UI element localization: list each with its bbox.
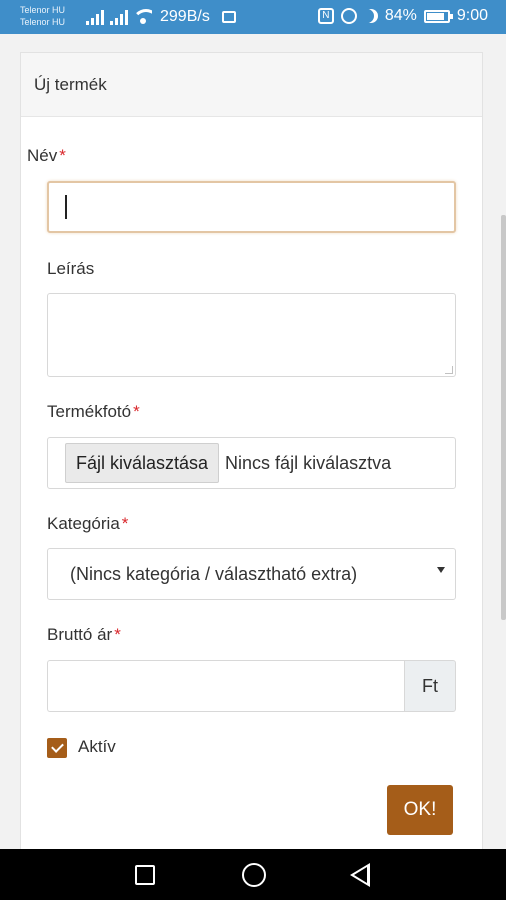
description-label: Leírás [47,259,95,278]
ok-button[interactable]: OK! [387,785,453,835]
required-mark: * [59,146,66,165]
android-nav-bar [0,849,506,900]
choose-file-button[interactable]: Fájl kiválasztása [65,443,220,483]
signal-icon [86,9,104,25]
required-mark: * [121,514,129,533]
signal-icon [110,9,128,25]
clock: 9:00 [456,7,488,24]
price-input[interactable] [47,660,404,712]
currency-addon: Ft [404,660,456,712]
photo-label: Termékfotó * [47,402,140,421]
status-bar: Telenor HU Telenor HU 299B/s N 84% 9:00 [0,0,506,34]
battery-percent: 84% [384,7,417,24]
nfc-icon: N [317,8,334,24]
recents-icon[interactable] [135,865,155,885]
app-notification-icon [221,11,236,23]
name-input[interactable] [47,181,456,233]
category-selected-value: (Nincs kategória / választható extra) [70,563,358,584]
carrier-names: Telenor HU Telenor HU [20,4,65,28]
required-mark: * [133,402,140,421]
network-speed: 299B/s [160,8,210,25]
price-label: Bruttó ár * [47,625,121,644]
file-status: Nincs fájl kiválasztva [225,452,392,473]
text-caret [65,195,67,219]
alarm-icon [340,8,357,24]
home-icon[interactable] [242,863,266,887]
battery-icon [423,9,453,23]
back-icon[interactable] [350,863,370,887]
price-input-group: Ft [47,660,456,712]
name-label: Név * [27,146,66,165]
description-textarea[interactable] [47,293,456,377]
category-label: Kategória * [47,514,129,533]
dropdown-arrow-icon [437,567,445,573]
card-title: Új termék [34,74,107,94]
photo-file-input: Fájl kiválasztása Nincs fájl kiválasztva [47,437,456,489]
scrollbar-thumb[interactable] [501,215,506,620]
card-header: Új termék [21,53,482,117]
active-label: Aktív [78,737,116,756]
required-mark: * [114,625,121,644]
resize-handle-icon[interactable] [445,366,453,374]
do-not-disturb-icon [364,9,378,23]
category-select[interactable]: (Nincs kategória / választható extra) [47,548,456,600]
active-checkbox[interactable] [47,738,67,758]
carrier-2: Telenor HU [20,17,66,27]
wifi-icon [134,9,152,25]
carrier-1: Telenor HU [20,5,66,15]
